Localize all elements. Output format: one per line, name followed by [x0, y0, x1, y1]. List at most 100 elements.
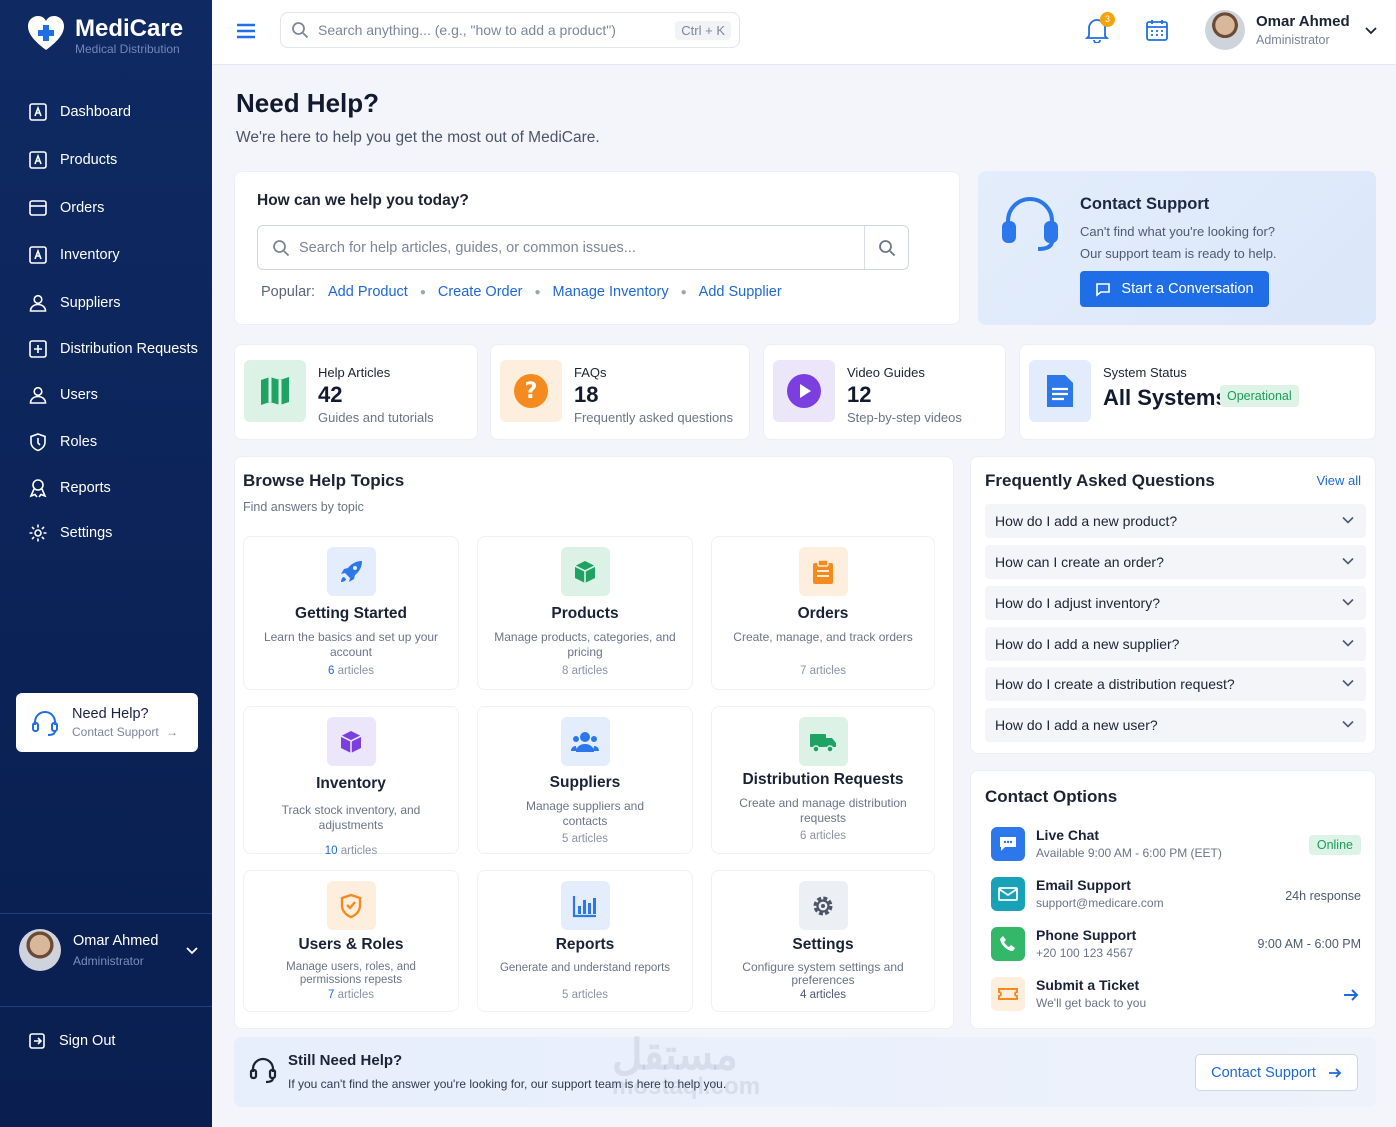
chevron-down-icon	[1342, 679, 1354, 687]
still-need-help-banner: Still Need Help? If you can't find the a…	[234, 1037, 1376, 1107]
faq-title: Frequently Asked Questions	[985, 471, 1215, 490]
chat-icon	[1096, 283, 1111, 297]
users-icon	[29, 386, 47, 404]
faq-item[interactable]: How do I add a new product?	[985, 504, 1366, 538]
topic-inventory[interactable]: Inventory Track stock inventory, and adj…	[243, 706, 459, 857]
topic-settings[interactable]: Settings Configure system settings and p…	[711, 870, 935, 1012]
sidebar-item-distribution-requests[interactable]: Distribution Requests	[0, 325, 212, 372]
browse-topics-title: Browse Help Topics	[243, 471, 405, 490]
arrow-right-icon[interactable]	[1343, 988, 1359, 1002]
sidebar-item-dashboard[interactable]: Dashboard	[0, 90, 212, 134]
sidebar-item-label: Products	[60, 151, 118, 168]
help-card-link[interactable]: Contact Support →	[72, 725, 178, 739]
topic-desc: Manage users, roles, and permissions rep…	[286, 961, 416, 986]
stat-label: Help Articles	[318, 365, 391, 380]
popular-link[interactable]: Add Product	[328, 284, 408, 300]
faq-item[interactable]: How do I add a new supplier?	[985, 627, 1366, 661]
popular-searches: Popular: Add Product ● Create Order ● Mana…	[261, 284, 782, 300]
faq-item[interactable]: How do I create a distribution request?	[985, 667, 1366, 701]
sidebar-item-inventory[interactable]: Inventory	[0, 230, 212, 280]
headset-icon	[32, 710, 58, 736]
sign-out-icon	[29, 1033, 45, 1049]
inventory-icon	[29, 246, 47, 264]
separator: ●	[419, 286, 426, 298]
contact-options-panel: Contact Options Live Chat Available 9:00…	[970, 770, 1376, 1029]
notification-badge: 3	[1100, 12, 1115, 27]
headset-icon	[1002, 197, 1058, 251]
topic-suppliers[interactable]: Suppliers Manage suppliers and contacts …	[477, 706, 693, 854]
separator: ●	[680, 286, 687, 298]
stat-value: 18	[574, 382, 599, 407]
sidebar-item-label: Orders	[60, 199, 105, 216]
help-search-button[interactable]	[864, 226, 908, 269]
popular-link[interactable]: Create Order	[438, 284, 523, 300]
divider	[0, 1006, 212, 1007]
contact-option-phone[interactable]: Phone Support +20 100 123 4567 9:00 AM -…	[991, 925, 1361, 965]
global-search-input[interactable]: Search anything... (e.g., "how to add a …	[280, 12, 740, 48]
contact-option-email[interactable]: Email Support support@medicare.com 24h r…	[991, 875, 1361, 915]
sidebar-item-suppliers[interactable]: Suppliers	[0, 280, 212, 325]
faq-item[interactable]: How do I add a new user?	[985, 708, 1366, 742]
sign-out-button[interactable]: Sign Out	[28, 1032, 115, 1050]
topic-desc: Manage suppliers and contacts	[525, 799, 645, 828]
dashboard-icon	[29, 103, 47, 121]
topic-count: 4 articles	[799, 989, 847, 1001]
stat-video-guides[interactable]: Video Guides 12 Step-by-step videos	[763, 344, 1006, 440]
topic-desc: Configure system settings and preference…	[742, 960, 904, 987]
faq-item[interactable]: How do I adjust inventory?	[985, 586, 1366, 620]
popular-link[interactable]: Manage Inventory	[553, 284, 669, 300]
topic-orders[interactable]: Orders Create, manage, and track orders …	[711, 536, 935, 690]
chevron-down-icon	[1342, 598, 1354, 606]
brand-subtitle: Medical Distribution	[75, 42, 180, 56]
status-badge: Operational	[1220, 385, 1299, 407]
brand[interactable]: MediCare Medical Distribution	[26, 14, 183, 56]
sidebar-item-reports[interactable]: Reports	[0, 465, 212, 510]
contact-support-title: Contact Support	[1080, 195, 1210, 213]
cube-icon	[326, 717, 376, 766]
topic-title: Distribution Requests	[742, 771, 904, 788]
faq-view-all-link[interactable]: View all	[1316, 473, 1361, 488]
start-conversation-button[interactable]: Start a Conversation	[1080, 271, 1269, 307]
topic-desc: Generate and understand reports	[499, 962, 671, 974]
status-badge: Online	[1308, 835, 1361, 855]
watermark: mostaql.com	[612, 1073, 761, 1100]
stat-help-articles[interactable]: Help Articles 42 Guides and tutorials	[234, 344, 478, 440]
popular-link[interactable]: Add Supplier	[699, 284, 782, 300]
topic-products[interactable]: Products Manage products, categories, an…	[477, 536, 693, 690]
sidebar-help-card[interactable]: Need Help? Contact Support →	[16, 693, 198, 752]
chevron-down-icon	[1342, 557, 1354, 565]
faq-item[interactable]: How can I create an order?	[985, 545, 1366, 579]
question-icon: ?	[500, 360, 562, 422]
topic-getting-started[interactable]: Getting Started Learn the basics and set…	[243, 536, 459, 690]
sidebar-item-orders[interactable]: Orders	[0, 185, 212, 230]
sidebar-user[interactable]: Omar Ahmed Administrator	[19, 929, 199, 971]
topic-reports[interactable]: Reports Generate and understand reports …	[477, 870, 693, 1012]
topic-distribution-requests[interactable]: Distribution Requests Create and manage …	[711, 706, 935, 854]
sidebar-item-roles[interactable]: Roles	[0, 418, 212, 465]
orders-icon	[29, 199, 47, 216]
topic-title: Reports	[555, 936, 615, 953]
stat-system-status[interactable]: System Status All Systems Operational	[1019, 344, 1376, 440]
topic-count: 7 articles	[799, 665, 847, 677]
stat-faqs[interactable]: ? FAQs 18 Frequently asked questions	[490, 344, 750, 440]
topic-users-roles[interactable]: Users & Roles Manage users, roles, and p…	[243, 870, 459, 1012]
sidebar-item-users[interactable]: Users	[0, 372, 212, 418]
contact-support-button[interactable]: Contact Support	[1195, 1054, 1358, 1091]
contact-option-live-chat[interactable]: Live Chat Available 9:00 AM - 6:00 PM (E…	[991, 825, 1361, 865]
contact-option-ticket[interactable]: Submit a Ticket We'll get back to you	[991, 975, 1361, 1015]
map-icon	[244, 360, 306, 422]
topbar-user[interactable]: Omar Ahmed Administrator	[1205, 10, 1378, 50]
topic-count: 5 articles	[561, 989, 609, 1001]
contact-option-name: Email Support	[1036, 877, 1131, 893]
help-search-input[interactable]: Search for help articles, guides, or com…	[257, 225, 909, 270]
separator: ●	[534, 286, 541, 298]
sidebar-item-label: Roles	[60, 433, 98, 450]
sidebar-item-settings[interactable]: Settings	[0, 510, 212, 555]
menu-icon[interactable]	[236, 21, 256, 39]
chevron-down-icon[interactable]	[185, 945, 199, 955]
shield-icon	[326, 881, 376, 930]
sidebar-item-products[interactable]: Products	[0, 134, 212, 185]
suppliers-icon	[29, 294, 47, 312]
stat-value: All Systems	[1103, 385, 1228, 410]
calendar-icon[interactable]	[1145, 18, 1169, 42]
